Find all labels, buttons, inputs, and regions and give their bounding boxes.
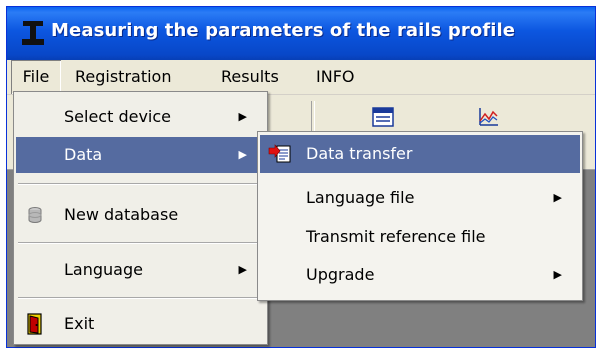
menu-item-new-database[interactable]: New database <box>16 197 265 233</box>
menu-item-select-device[interactable]: Select device ▶ <box>16 99 265 135</box>
menu-item-label: Data <box>64 145 103 164</box>
submenu-arrow-icon: ▶ <box>238 263 247 276</box>
menu-item-label: Select device <box>64 107 171 126</box>
submenu-arrow-icon: ▶ <box>238 110 247 123</box>
table-view-icon[interactable] <box>372 107 394 127</box>
submenu-item-upgrade[interactable]: Upgrade ▶ <box>260 256 580 294</box>
submenu-item-label: Upgrade <box>306 265 375 284</box>
submenu-item-label: Data transfer <box>306 144 413 163</box>
menu-item-label: New database <box>64 205 179 224</box>
menu-item-language[interactable]: Language ▶ <box>16 252 265 288</box>
menu-results[interactable]: Results <box>221 60 279 94</box>
submenu-item-label: Transmit reference file <box>306 227 486 246</box>
chart-view-icon[interactable] <box>477 107 499 127</box>
menu-file[interactable]: File <box>11 60 61 94</box>
submenu-arrow-icon: ▶ <box>553 191 562 204</box>
submenu-item-data-transfer[interactable]: Data transfer <box>260 135 580 173</box>
menu-item-label: Language <box>64 260 143 279</box>
rail-profile-app-icon <box>22 21 44 45</box>
data-submenu: Data transfer Language file ▶ Transmit r… <box>257 131 583 301</box>
title-bar[interactable]: Measuring the parameters of the rails pr… <box>7 7 595 60</box>
menu-registration[interactable]: Registration <box>75 60 171 94</box>
menu-separator <box>18 297 263 299</box>
submenu-item-label: Language file <box>306 188 415 207</box>
submenu-arrow-icon: ▶ <box>238 148 247 161</box>
exit-door-icon <box>27 313 42 335</box>
menu-item-data[interactable]: Data ▶ <box>16 137 265 173</box>
submenu-item-transmit-reference-file[interactable]: Transmit reference file <box>260 218 580 256</box>
menu-separator <box>18 183 263 185</box>
file-menu: Select device ▶ Data ▶ New database Lang… <box>13 91 268 345</box>
submenu-item-language-file[interactable]: Language file ▶ <box>260 179 580 217</box>
submenu-arrow-icon: ▶ <box>553 268 562 281</box>
menu-item-label: Exit <box>64 314 95 333</box>
menu-bar: File Registration Results INFO <box>7 60 595 95</box>
window-title: Measuring the parameters of the rails pr… <box>51 20 516 41</box>
menu-separator <box>18 242 263 244</box>
data-transfer-icon <box>268 144 291 163</box>
menu-info[interactable]: INFO <box>316 60 354 94</box>
database-icon <box>28 207 42 223</box>
menu-item-exit[interactable]: Exit <box>16 306 265 342</box>
